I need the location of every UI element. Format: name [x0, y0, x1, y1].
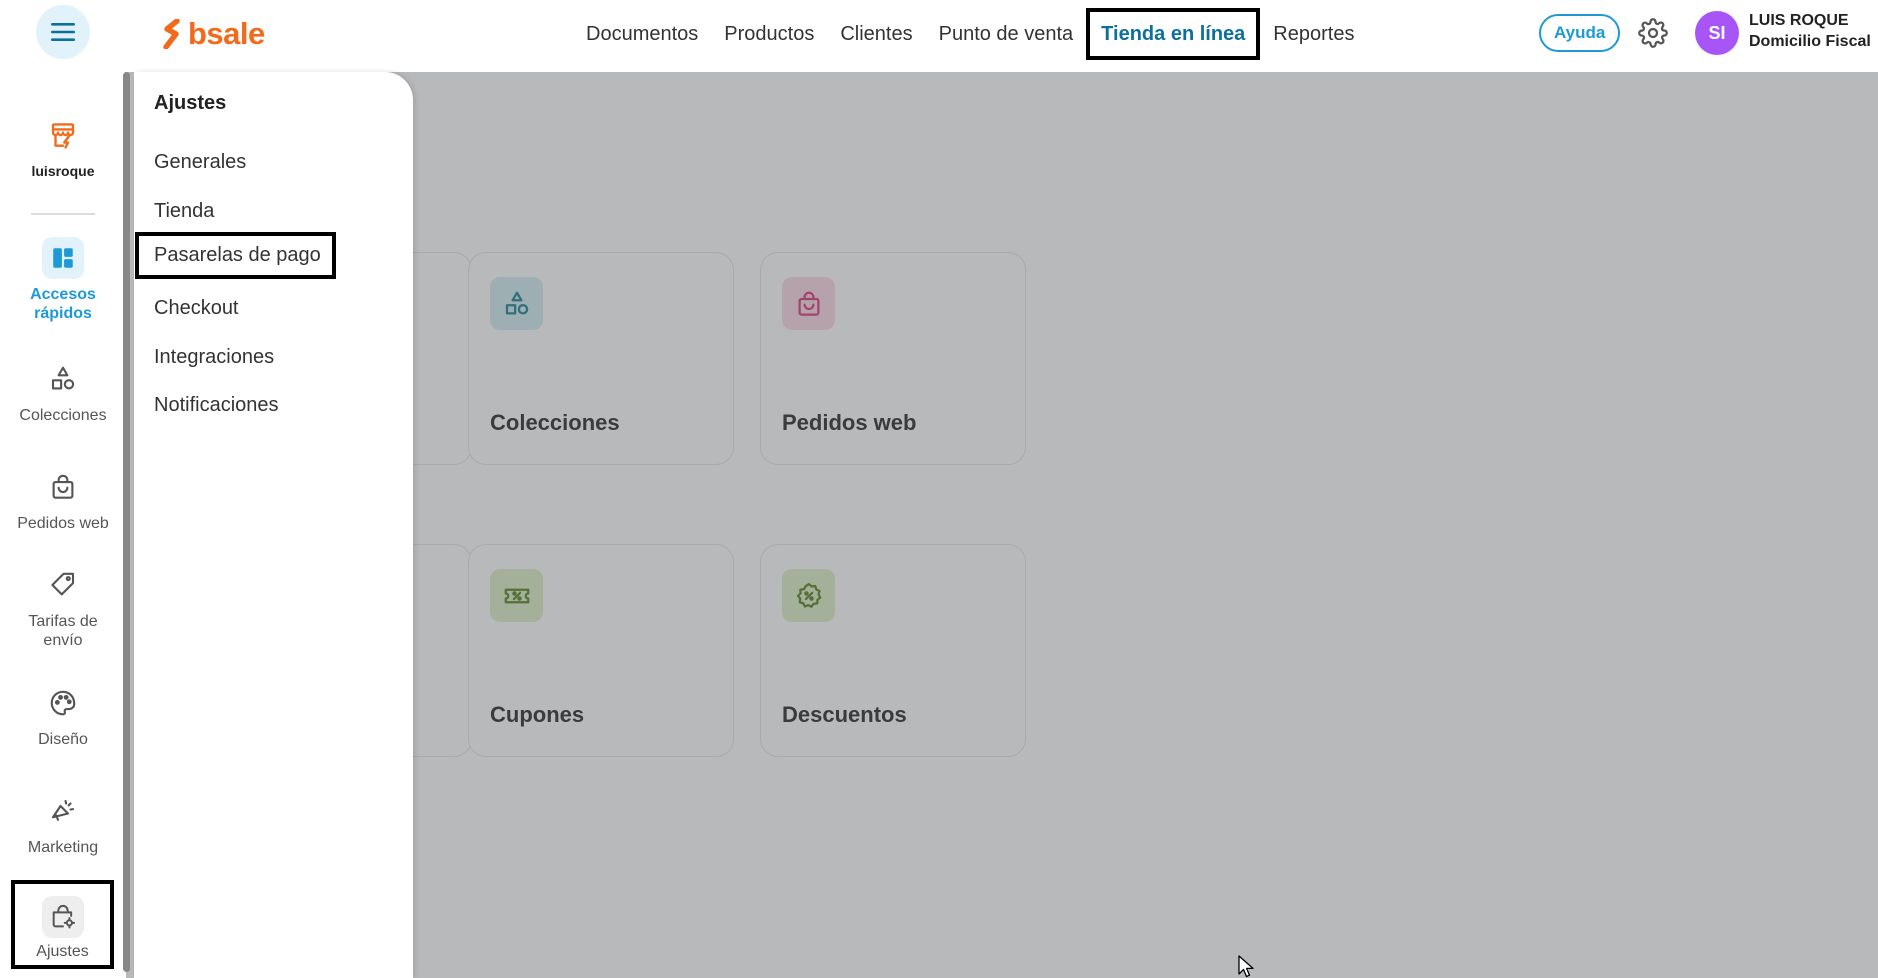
- sidebar-item-marketing[interactable]: Marketing: [0, 790, 126, 857]
- gear-icon: [1638, 18, 1668, 48]
- sidebar-item-label: Marketing: [27, 839, 99, 856]
- store-name: luisroque: [31, 163, 95, 179]
- palette-icon: [42, 682, 84, 724]
- menu-item-tienda[interactable]: Tienda: [154, 200, 214, 223]
- sidebar-item-label: Diseño: [38, 731, 88, 748]
- top-nav: Documentos Productos Clientes Punto de v…: [573, 6, 1367, 62]
- store-selector[interactable]: luisroque: [0, 114, 126, 181]
- sidebar-item-pedidos-web[interactable]: Pedidos web: [0, 466, 126, 533]
- sidebar-divider: [31, 213, 95, 215]
- ajustes-flyout-menu: Ajustes Generales Tienda Pasarelas de pa…: [134, 72, 413, 978]
- sidebar-item-diseno[interactable]: Diseño: [0, 682, 126, 749]
- user-name: LUIS ROQUE: [1749, 12, 1849, 29]
- sidebar-item-label: Pedidos web: [17, 515, 109, 532]
- sidebar-scrollbar[interactable]: [123, 72, 130, 972]
- settings-button[interactable]: [1636, 16, 1670, 50]
- sidebar-item-label: Ajustes: [36, 943, 89, 960]
- tag-icon: [42, 564, 84, 606]
- nav-productos[interactable]: Productos: [711, 8, 827, 60]
- nav-tienda-en-linea[interactable]: Tienda en línea: [1086, 8, 1261, 60]
- bag-gear-icon: [41, 896, 84, 938]
- nav-punto-de-venta[interactable]: Punto de venta: [926, 8, 1087, 60]
- hamburger-icon: [51, 23, 75, 41]
- flyout-title: Ajustes: [154, 92, 227, 114]
- sidebar-item-ajustes[interactable]: Ajustes: [11, 880, 114, 969]
- sidebar-item-tarifas-de-envio[interactable]: Tarifas de envío: [0, 564, 126, 650]
- nav-clientes[interactable]: Clientes: [827, 8, 925, 60]
- help-button[interactable]: Ayuda: [1539, 14, 1621, 52]
- bsale-logo-mark-icon: [163, 19, 180, 49]
- menu-toggle-button[interactable]: [36, 5, 90, 59]
- menu-item-generales[interactable]: Generales: [154, 151, 246, 174]
- sidebar-item-label: Accesos rápidos: [30, 286, 96, 322]
- sidebar-item-label: Colecciones: [19, 407, 107, 424]
- menu-item-notificaciones[interactable]: Notificaciones: [154, 394, 279, 417]
- sidebar-item-colecciones[interactable]: Colecciones: [0, 358, 126, 425]
- menu-item-checkout[interactable]: Checkout: [154, 297, 239, 320]
- user-info[interactable]: LUIS ROQUE Domicilio Fiscal: [1749, 10, 1875, 52]
- megaphone-icon: [42, 790, 84, 832]
- user-avatar[interactable]: SI: [1695, 11, 1739, 55]
- user-branch: Domicilio Fiscal: [1749, 33, 1871, 50]
- dashboard-icon: [42, 237, 84, 279]
- store-icon: [42, 114, 84, 156]
- nav-documentos[interactable]: Documentos: [573, 8, 711, 60]
- sidebar-item-accesos-rapidos[interactable]: Accesos rápidos: [0, 237, 126, 323]
- left-sidebar: luisroque Accesos rápidos Colecciones Pe…: [0, 72, 126, 978]
- shopping-bag-icon: [42, 466, 84, 508]
- brand-name: bsale: [188, 16, 265, 51]
- nav-reportes[interactable]: Reportes: [1260, 8, 1367, 60]
- bsale-logo[interactable]: bsale: [162, 16, 265, 52]
- shapes-icon: [42, 358, 84, 400]
- sidebar-item-label: Tarifas de envío: [28, 613, 98, 649]
- top-header: bsale Documentos Productos Clientes Punt…: [0, 0, 1878, 72]
- mouse-cursor-icon: [1238, 955, 1254, 978]
- menu-item-integraciones[interactable]: Integraciones: [154, 346, 274, 369]
- menu-item-pasarelas-de-pago[interactable]: Pasarelas de pago: [135, 232, 336, 279]
